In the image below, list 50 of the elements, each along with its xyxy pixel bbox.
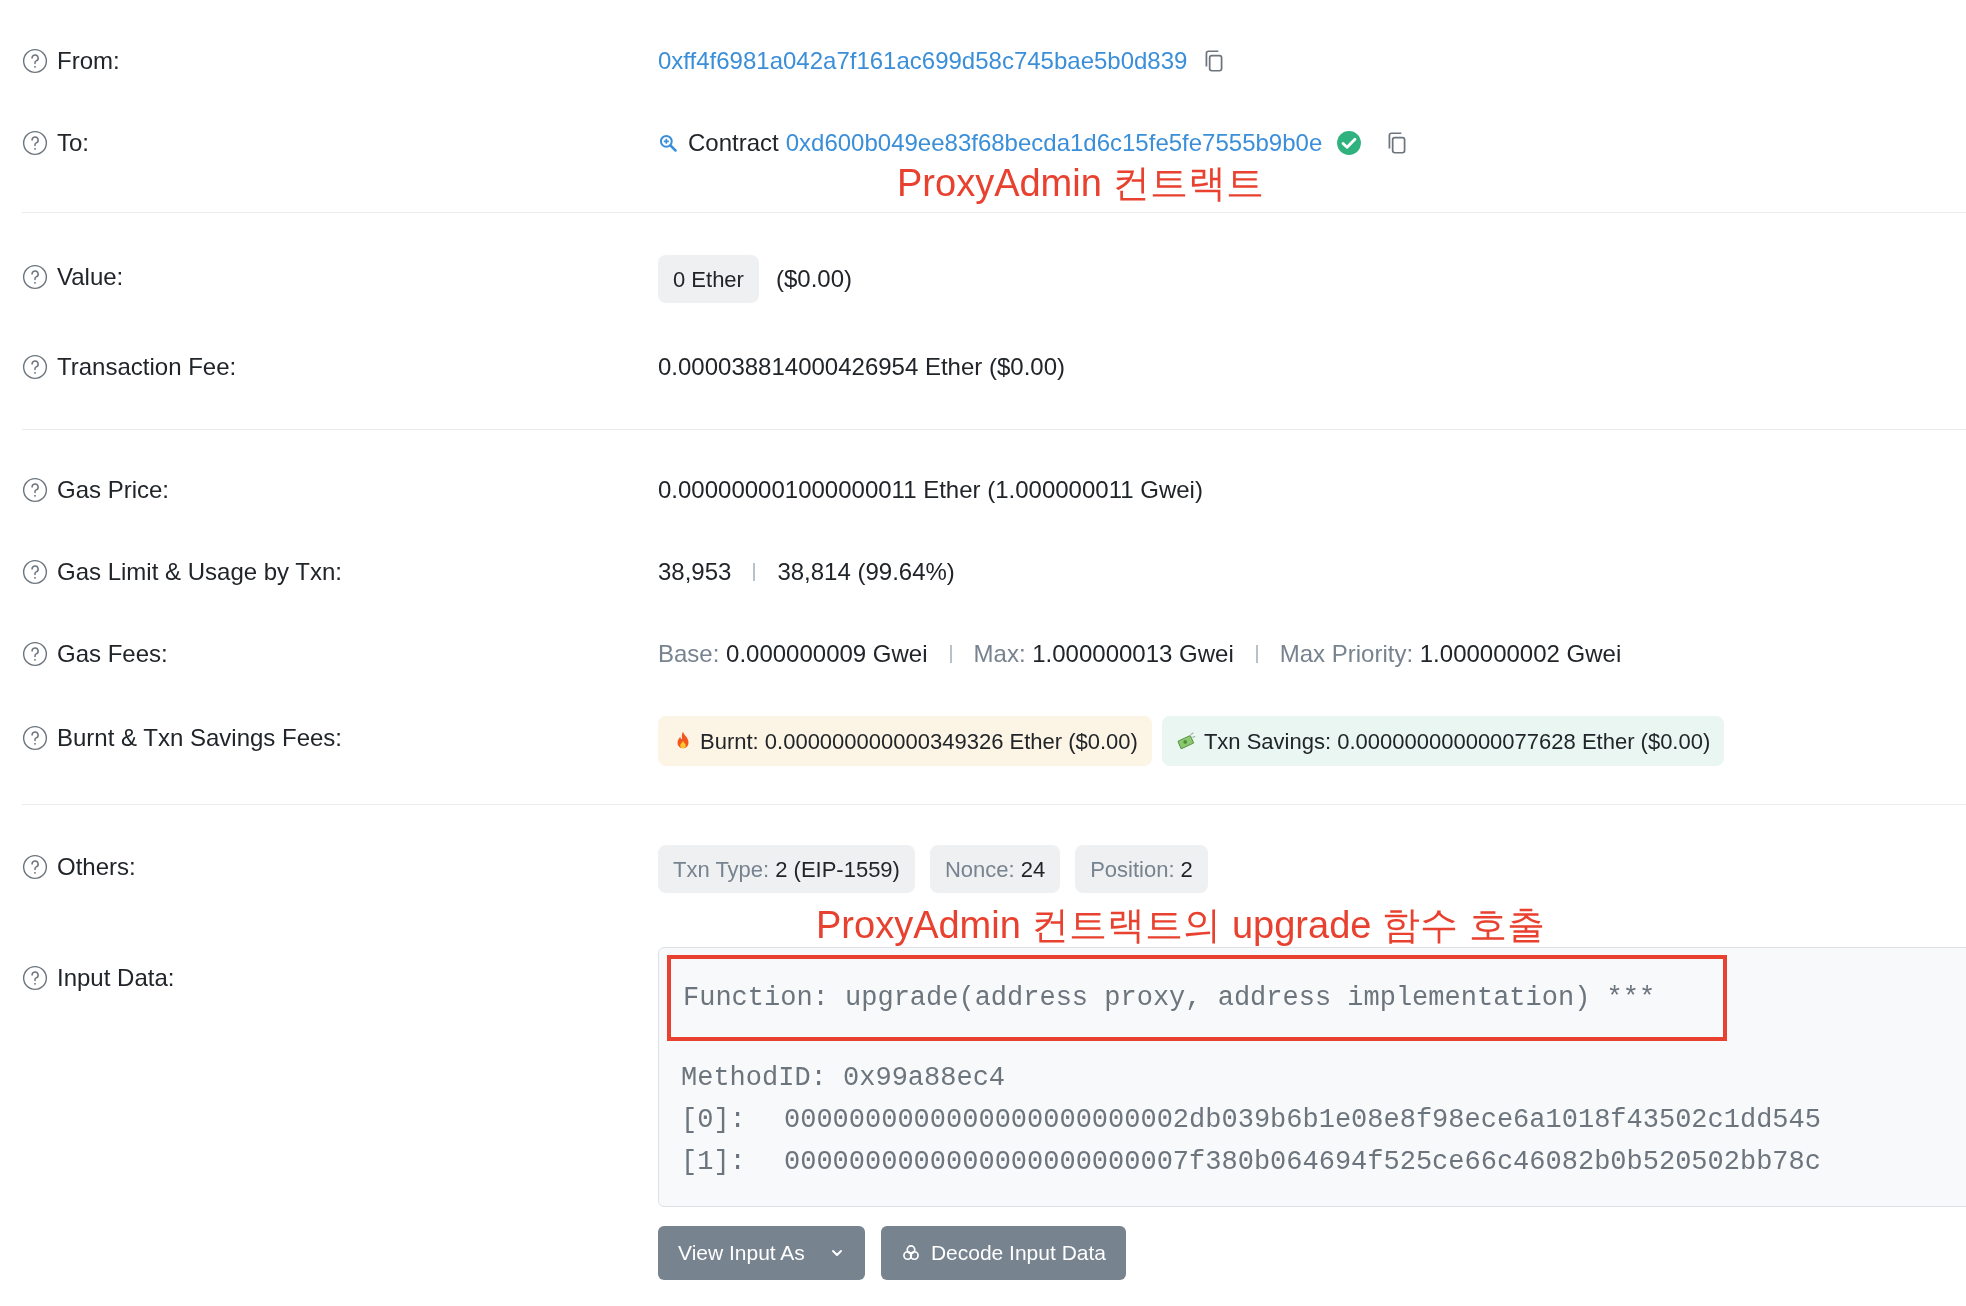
help-icon — [22, 264, 48, 290]
gas-limit-value: 38,953 — [658, 557, 732, 587]
address-link[interactable]: 0xd600b049ee83f68becda1d6c15fe5fe7555b9b0e — [785, 125, 1323, 161]
help-icon — [22, 130, 48, 156]
help-icon — [22, 854, 48, 880]
field-label: Gas Fees: — [57, 639, 168, 669]
cubes-icon — [900, 1243, 921, 1263]
help-icon — [22, 48, 48, 74]
info-badge: Position: 2 — [1075, 845, 1208, 893]
zoom-icon — [658, 133, 678, 153]
gas-fee-item: Base: 0.000000009 Gwei — [658, 639, 928, 669]
help-icon — [22, 641, 48, 667]
field-label: Transaction Fee: — [57, 352, 237, 382]
contract-label: Contract — [688, 128, 779, 158]
fee-value: 0.000038814000426954 Ether ($0.00) — [658, 352, 1065, 382]
help-icon — [22, 965, 48, 991]
gas-fee-item: Max: 1.000000013 Gwei — [973, 639, 1234, 669]
info-badge: Txn Type: 2 (EIP-1559) — [658, 845, 915, 893]
field-label: To: — [57, 128, 89, 158]
gas-price-value: 0.000000001000000011 Ether (1.000000011 Gwei) — [658, 475, 1203, 505]
help-icon — [22, 354, 48, 380]
field-label: Gas Price: — [57, 475, 170, 505]
field-label: Gas Limit & Usage by Txn: — [57, 557, 342, 587]
annotation-text: ProxyAdmin 컨트랙트의 upgrade 함수 호출 — [816, 906, 1545, 944]
fee-badge-text: Burnt: 0.000000000000349326 Ether ($0.00) — [700, 727, 1138, 756]
view-input-dropdown[interactable]: View Input As — [658, 1226, 865, 1280]
gas-fee-item: Max Priority: 1.000000002 Gwei — [1279, 639, 1622, 669]
param-index: [0]: — [681, 1104, 747, 1137]
method-id: MethodID: 0x99a88ec4 — [681, 1062, 1007, 1095]
param-value: 0000000000000000000000007f380b064694f525ce66c46082b0b520502bb78c — [784, 1146, 1821, 1179]
field-label: Burnt & Txn Savings Fees: — [57, 723, 343, 753]
fee-badge-text: Txn Savings: 0.000000000000077628 Ether ($0.00) — [1203, 727, 1711, 756]
gas-usage-value: 38,814 (99.64%) — [777, 557, 955, 587]
function-signature: Function: upgrade(address proxy, address implementation) *** — [667, 955, 1727, 1041]
field-label: Value: — [57, 262, 124, 292]
usd-value: ($0.00) — [775, 264, 852, 294]
field-label: Others: — [57, 852, 136, 882]
help-icon — [22, 559, 48, 585]
address-link[interactable]: 0xff4f6981a042a7f161ac699d58c745bae5b0d839 — [658, 43, 1188, 79]
field-label: Input Data: — [57, 963, 175, 993]
param-value: 0000000000000000000000002db039b6b1e08e8f98ece6a1018f43502c1dd545 — [784, 1104, 1821, 1137]
money-icon — [1175, 730, 1198, 752]
param-index: [1]: — [681, 1146, 747, 1179]
help-icon — [22, 725, 48, 751]
field-label: From: — [57, 46, 120, 76]
annotation-text: ProxyAdmin 컨트랙트 — [897, 164, 1265, 202]
info-badge: Nonce: 24 — [929, 845, 1061, 893]
value-badge: 0 Ether — [658, 255, 759, 303]
decode-button[interactable]: Decode Input Data — [880, 1226, 1126, 1280]
help-icon — [22, 477, 48, 503]
